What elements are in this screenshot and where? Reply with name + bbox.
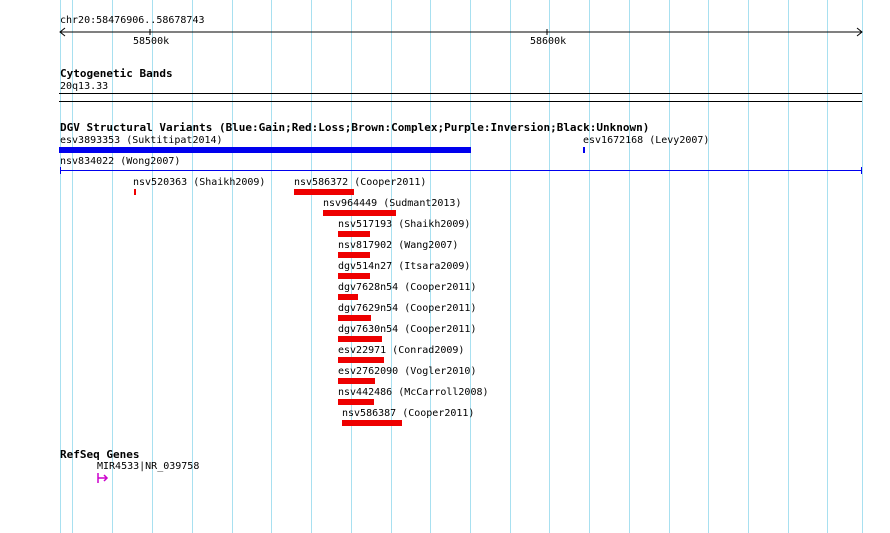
variant-bar-loss[interactable] xyxy=(338,231,370,237)
variant-label[interactable]: nsv817902 (Wang2007) xyxy=(338,240,458,251)
grid-line xyxy=(708,0,709,533)
grid-line xyxy=(629,0,630,533)
variant-bar-gain[interactable] xyxy=(583,147,585,153)
grid-line xyxy=(788,0,789,533)
variant-label[interactable]: nsv586372 (Cooper2011) xyxy=(294,177,426,188)
variant-label[interactable]: dgv7628n54 (Cooper2011) xyxy=(338,282,476,293)
ruler-axis[interactable] xyxy=(58,26,866,38)
variant-label[interactable]: esv3893353 (Suktitipat2014) xyxy=(60,135,223,146)
grid-line xyxy=(192,0,193,533)
variant-bar-loss[interactable] xyxy=(134,189,136,195)
variant-label[interactable]: nsv586387 (Cooper2011) xyxy=(342,408,474,419)
grid-line xyxy=(271,0,272,533)
grid-line xyxy=(862,0,863,533)
variant-label[interactable]: esv22971 (Conrad2009) xyxy=(338,345,464,356)
variant-bar-loss[interactable] xyxy=(338,252,370,258)
cytoband-label: 20q13.33 xyxy=(60,81,109,92)
variant-label[interactable]: esv2762090 (Vogler2010) xyxy=(338,366,476,377)
ruler-range-label: chr20:58476906..58678743 xyxy=(60,15,205,26)
grid-line xyxy=(510,0,511,533)
variant-label[interactable]: nsv517193 (Shaikh2009) xyxy=(338,219,470,230)
variant-label[interactable]: nsv834022 (Wong2007) xyxy=(60,156,180,167)
variant-label[interactable]: dgv7629n54 (Cooper2011) xyxy=(338,303,476,314)
refseq-track-title: RefSeq Genes xyxy=(60,448,140,461)
variant-bar-loss[interactable] xyxy=(323,210,396,216)
grid-line xyxy=(549,0,550,533)
variant-bar-loss[interactable] xyxy=(338,378,375,384)
variant-bar-loss[interactable] xyxy=(342,420,402,426)
ruler-tick-label: 58500k xyxy=(133,36,170,47)
variant-bar-loss[interactable] xyxy=(338,273,370,279)
variant-bar-gain-start xyxy=(60,167,61,174)
variant-label[interactable]: dgv514n27 (Itsara2009) xyxy=(338,261,470,272)
variant-bar-loss[interactable] xyxy=(338,336,382,342)
gene-label[interactable]: MIR4533|NR_039758 xyxy=(97,461,199,472)
gene-strand-arrow-icon[interactable] xyxy=(96,472,110,484)
grid-line xyxy=(748,0,749,533)
variant-bar-loss[interactable] xyxy=(338,315,371,321)
grid-line xyxy=(311,0,312,533)
variant-bar-gain[interactable] xyxy=(59,147,471,153)
dgv-track-title: DGV Structural Variants (Blue:Gain;Red:L… xyxy=(60,121,650,134)
variant-label[interactable]: nsv520363 (Shaikh2009) xyxy=(133,177,265,188)
variant-bar-gain[interactable] xyxy=(60,170,862,171)
variant-label[interactable]: dgv7630n54 (Cooper2011) xyxy=(338,324,476,335)
cytoband-track-title: Cytogenetic Bands xyxy=(60,67,173,80)
variant-bar-loss[interactable] xyxy=(338,357,384,363)
grid-line xyxy=(589,0,590,533)
variant-label[interactable]: esv1672168 (Levy2007) xyxy=(583,135,709,146)
ruler-tick-label: 58600k xyxy=(530,36,567,47)
cytoband-bottom-border xyxy=(59,101,862,102)
variant-bar-loss[interactable] xyxy=(338,294,358,300)
grid-line xyxy=(827,0,828,533)
variant-bar-loss[interactable] xyxy=(338,399,374,405)
cytoband-top-border xyxy=(59,93,862,94)
variant-bar-gain-end xyxy=(861,167,862,174)
variant-label[interactable]: nsv442486 (McCarroll2008) xyxy=(338,387,489,398)
grid-line xyxy=(232,0,233,533)
variant-label[interactable]: nsv964449 (Sudmant2013) xyxy=(323,198,461,209)
grid-line xyxy=(669,0,670,533)
variant-bar-loss[interactable] xyxy=(294,189,354,195)
